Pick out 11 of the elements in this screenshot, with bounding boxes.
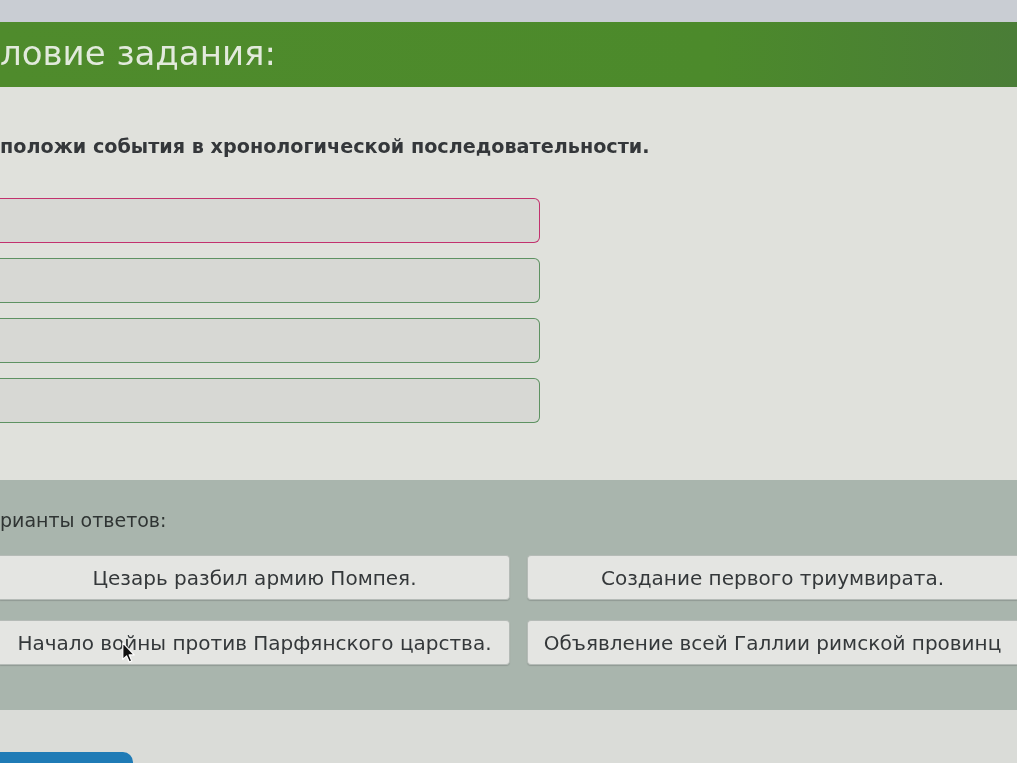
answer-option-button[interactable]: Создание первого триумвирата.	[527, 555, 1017, 600]
answer-option-button[interactable]: Начало войны против Парфянского царства.	[0, 620, 510, 665]
header-title: ловие задания:	[0, 32, 276, 73]
answer-option-button[interactable]: Объявление всей Галлии римской провинц	[527, 620, 1017, 665]
answer-drop-box[interactable]	[0, 198, 540, 243]
answer-drop-box[interactable]	[0, 378, 540, 423]
answer-drop-box[interactable]	[0, 318, 540, 363]
answer-drop-box[interactable]	[0, 258, 540, 303]
answers-label: рианты ответов:	[0, 509, 168, 531]
task-instruction: положи события в хронологической последовательности.	[0, 135, 651, 159]
answer-option-button[interactable]: Цезарь разбил армию Помпея.	[0, 555, 510, 600]
